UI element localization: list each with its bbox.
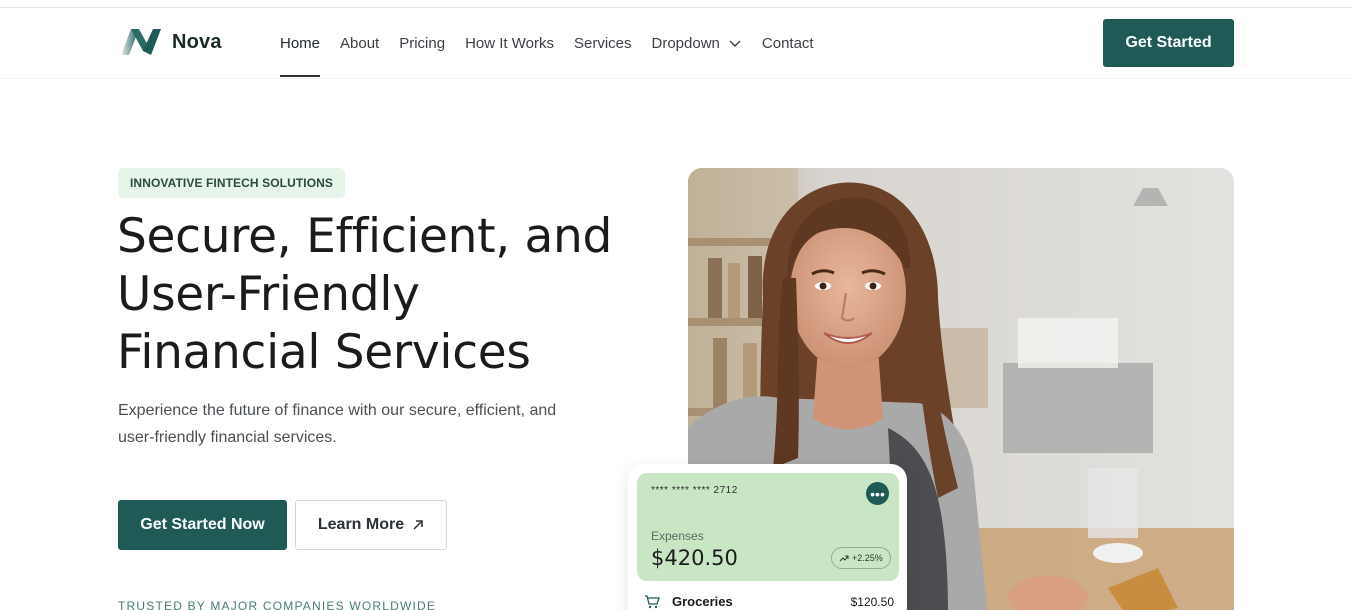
trend-up-icon bbox=[839, 555, 849, 562]
hero-subtitle: Experience the future of finance with ou… bbox=[118, 397, 618, 451]
expense-card: **** **** **** 2712 ••• Expenses $420.50… bbox=[628, 464, 907, 610]
transaction-name: Groceries bbox=[672, 594, 733, 609]
learn-more-button[interactable]: Learn More bbox=[295, 500, 447, 550]
transaction-row[interactable]: Groceries $120.50 bbox=[644, 594, 894, 609]
nav-home[interactable]: Home bbox=[280, 8, 321, 78]
hero-subtitle-line: user-friendly financial services. bbox=[118, 429, 337, 446]
transaction-amount: $120.50 bbox=[850, 594, 894, 609]
hero-title-line: Secure, Efficient, and bbox=[117, 209, 613, 264]
chevron-down-icon bbox=[729, 40, 741, 47]
hero-title: Secure, Efficient, and User-Friendly Fin… bbox=[117, 208, 677, 382]
nav-label: About bbox=[340, 34, 380, 52]
nav-label: Services bbox=[573, 34, 632, 52]
nav-label: How It Works bbox=[465, 34, 554, 52]
main-nav: Home About Pricing How It Works Services… bbox=[280, 8, 834, 78]
expenses-label: Expenses bbox=[651, 529, 704, 543]
top-border bbox=[0, 0, 1352, 8]
nav-label: Pricing bbox=[399, 34, 446, 52]
change-badge: +2.25% bbox=[831, 547, 891, 569]
site-header: Nova Home About Pricing How It Works Ser… bbox=[0, 8, 1352, 79]
nav-how-it-works[interactable]: How It Works bbox=[465, 8, 554, 78]
get-started-now-button[interactable]: Get Started Now bbox=[118, 500, 287, 550]
logo[interactable]: Nova bbox=[119, 25, 222, 59]
nav-contact[interactable]: Contact bbox=[762, 8, 814, 78]
nav-about[interactable]: About bbox=[340, 8, 379, 78]
nav-label: Contact bbox=[761, 34, 814, 52]
logo-icon bbox=[121, 29, 161, 55]
nav-label: Dropdown bbox=[651, 34, 720, 52]
nav-pricing[interactable]: Pricing bbox=[399, 8, 445, 78]
card-summary: **** **** **** 2712 ••• Expenses $420.50… bbox=[637, 473, 899, 581]
cart-icon bbox=[645, 594, 660, 608]
learn-more-label: Learn More bbox=[317, 516, 405, 533]
expenses-amount: $420.50 bbox=[651, 546, 738, 570]
arrow-up-right-icon bbox=[413, 520, 423, 530]
brand-name: Nova bbox=[172, 30, 222, 53]
hero-title-line: User-Friendly bbox=[117, 267, 420, 322]
nav-services[interactable]: Services bbox=[574, 8, 632, 78]
hero-subtitle-line: Experience the future of finance with ou… bbox=[118, 402, 557, 419]
change-value: +2.25% bbox=[852, 553, 883, 563]
nav-dropdown[interactable]: Dropdown bbox=[652, 8, 742, 78]
more-dots-icon[interactable]: ••• bbox=[866, 482, 889, 505]
hero-badge: INNOVATIVE FINTECH SOLUTIONS bbox=[118, 168, 346, 198]
nav-label: Home bbox=[280, 34, 321, 52]
get-started-button[interactable]: Get Started bbox=[1103, 19, 1234, 67]
card-number: **** **** **** 2712 bbox=[651, 485, 738, 496]
hero-title-line: Financial Services bbox=[117, 325, 531, 380]
trusted-by-label: TRUSTED BY MAJOR COMPANIES WORLDWIDE bbox=[118, 599, 437, 610]
